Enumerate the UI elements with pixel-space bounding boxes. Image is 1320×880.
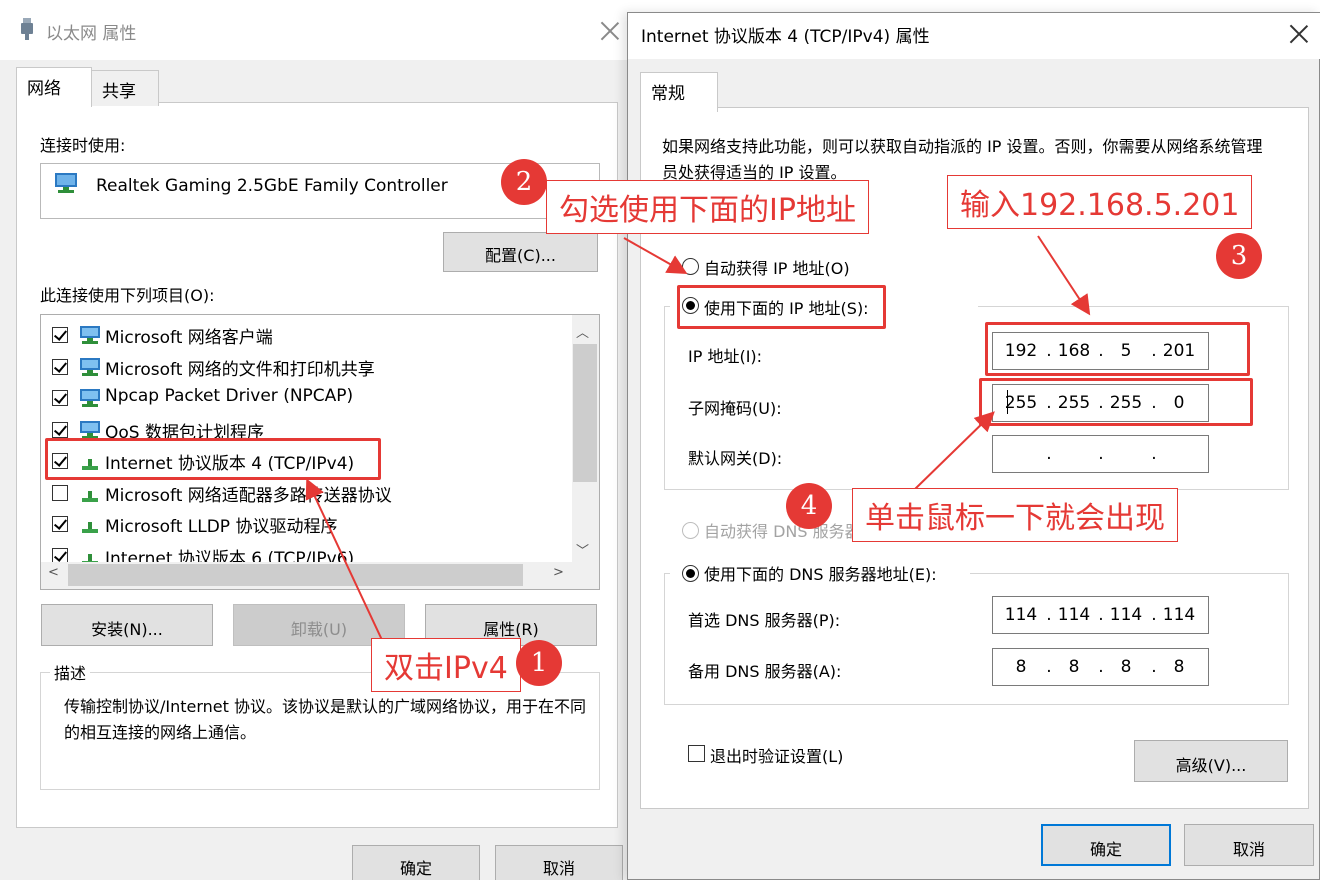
horizontal-scroll-thumb[interactable] (68, 564, 523, 586)
network-client-icon (80, 357, 100, 376)
left-close-icon[interactable] (599, 20, 621, 42)
connect-using-label: 连接时使用: (40, 136, 126, 155)
install-button[interactable]: 安装(N)... (41, 604, 213, 646)
ip-separator: . (1151, 657, 1157, 677)
alternate-dns-label: 备用 DNS 服务器(A): (688, 662, 842, 681)
right-close-icon[interactable] (1288, 23, 1310, 45)
adapter-name: Realtek Gaming 2.5GbE Family Controller (96, 176, 448, 196)
scroll-right-icon[interactable]: > (553, 565, 564, 580)
default-gateway-label: 默认网关(D): (688, 449, 783, 468)
vertical-scroll-thumb[interactable] (573, 344, 597, 482)
ip-address-label: IP 地址(I): (688, 347, 763, 366)
ip-octet[interactable]: 114 (1054, 605, 1094, 625)
item-checkbox[interactable] (52, 516, 68, 532)
list-item[interactable]: Microsoft 网络适配器多路传送器协议 (41, 477, 571, 507)
callout-4: 单击鼠标一下就会出现 (852, 488, 1178, 542)
item-label: Microsoft 网络客户端 (105, 328, 273, 348)
auto-dns-radio (682, 522, 699, 539)
advanced-button[interactable]: 高级(V)... (1134, 740, 1288, 782)
scroll-up-icon[interactable]: ︿ (576, 322, 589, 341)
protocol-icon (82, 490, 98, 502)
ip-separator: . (1151, 444, 1157, 464)
item-checkbox[interactable] (52, 421, 68, 438)
ip-octet[interactable]: 8 (1001, 657, 1041, 677)
list-item[interactable]: Microsoft 网络客户端 (41, 319, 571, 349)
highlight-manual-ip-radio (677, 285, 886, 329)
item-label: Microsoft LLDP 协议驱动程序 (105, 517, 338, 537)
item-label: Npcap Packet Driver (NPCAP) (105, 386, 354, 406)
ip-separator: . (1046, 657, 1052, 677)
alternate-dns-input[interactable]: 8888... (992, 648, 1209, 686)
highlight-mask-field (979, 378, 1253, 426)
item-checkbox[interactable] (52, 327, 68, 343)
ip-octet[interactable]: 8 (1159, 657, 1199, 677)
manual-dns-radio[interactable] (682, 565, 699, 582)
description-text: 传输控制协议/Internet 协议。该协议是默认的广域网络协议，用于在不同的相… (64, 697, 587, 742)
ip-octet[interactable]: 8 (1054, 657, 1094, 677)
item-checkbox[interactable] (52, 390, 68, 406)
protocol-icon (82, 522, 98, 533)
step-badge-2: 2 (501, 159, 547, 205)
tab-general[interactable]: 常规 (640, 72, 718, 112)
auto-ip-radio[interactable] (682, 258, 699, 275)
tab-network[interactable]: 网络 (16, 67, 92, 107)
subnet-mask-label: 子网掩码(U): (688, 399, 782, 418)
left-dialog-title: 以太网 属性 (46, 24, 137, 44)
ethernet-icon (21, 18, 33, 40)
scroll-down-icon[interactable]: ﹀ (576, 540, 589, 559)
item-checkbox[interactable] (52, 358, 68, 375)
ip-octet[interactable]: 114 (1106, 605, 1146, 625)
items-label: 此连接使用下列项目(O): (40, 286, 215, 305)
left-cancel-button[interactable]: 取消 (495, 845, 623, 880)
ip-separator: . (1046, 444, 1052, 464)
item-label: Microsoft 网络的文件和打印机共享 (105, 359, 375, 380)
validate-on-exit-checkbox[interactable] (688, 745, 705, 762)
tab-sharing[interactable]: 共享 (91, 70, 159, 106)
highlight-ipv4-item (45, 438, 381, 480)
network-client-icon (80, 389, 100, 407)
network-adapter-icon (55, 173, 77, 193)
ip-separator: . (1098, 657, 1104, 677)
description-legend: 描述 (50, 660, 91, 684)
step-badge-1: 1 (516, 640, 562, 686)
right-cancel-button[interactable]: 取消 (1184, 824, 1314, 866)
network-client-icon (80, 420, 100, 439)
configure-button[interactable]: 配置(C)... (443, 232, 598, 272)
ip-octet[interactable]: 114 (1159, 605, 1199, 625)
validate-on-exit-label[interactable]: 退出时验证设置(L) (710, 743, 843, 767)
item-label: Microsoft 网络适配器多路传送器协议 (105, 485, 392, 506)
list-item[interactable]: Microsoft LLDP 协议驱动程序 (41, 508, 571, 538)
preferred-dns-label: 首选 DNS 服务器(P): (688, 611, 841, 630)
auto-ip-label[interactable]: 自动获得 IP 地址(O) (704, 255, 850, 279)
network-client-icon (80, 326, 100, 344)
ip-separator: . (1098, 444, 1104, 464)
highlight-ip-field (985, 322, 1250, 376)
item-checkbox[interactable] (52, 484, 68, 501)
right-dialog-title: Internet 协议版本 4 (TCP/IPv4) 属性 (641, 27, 930, 47)
preferred-dns-input[interactable]: 114 114 114 114... (992, 596, 1209, 634)
right-ok-button[interactable]: 确定 (1041, 824, 1171, 866)
ip-separator: . (1098, 605, 1104, 625)
scroll-left-icon[interactable]: < (48, 565, 59, 580)
ip-separator: . (1046, 605, 1052, 625)
left-ok-button[interactable]: 确定 (352, 845, 480, 880)
default-gateway-input[interactable]: ... (992, 435, 1209, 473)
list-item[interactable]: Npcap Packet Driver (NPCAP) (41, 382, 571, 412)
ip-octet[interactable]: 114 (1001, 605, 1041, 625)
step-badge-3: 3 (1216, 233, 1262, 279)
manual-dns-label[interactable]: 使用下面的 DNS 服务器地址(E): (704, 561, 937, 585)
callout-1: 双击IPv4 (371, 638, 521, 692)
callout-3: 输入192.168.5.201 (947, 175, 1253, 229)
step-badge-4: 4 (786, 483, 832, 529)
ip-octet[interactable]: 8 (1106, 657, 1146, 677)
list-item[interactable]: Microsoft 网络的文件和打印机共享 (41, 351, 571, 381)
ip-separator: . (1151, 605, 1157, 625)
callout-2: 勾选使用下面的IP地址 (546, 180, 869, 234)
